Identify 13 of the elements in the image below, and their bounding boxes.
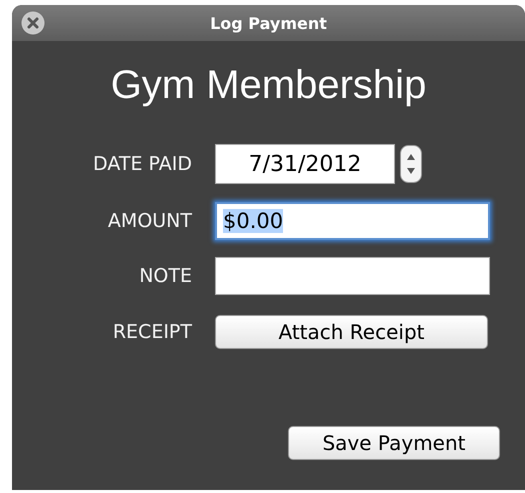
save-button[interactable]: Save Payment bbox=[288, 426, 500, 460]
close-icon[interactable] bbox=[21, 11, 45, 35]
field-label: AMOUNT bbox=[108, 210, 192, 232]
field-label: NOTE bbox=[139, 265, 192, 287]
stepper-icon[interactable] bbox=[400, 145, 422, 183]
attach-button[interactable]: Attach Receipt bbox=[215, 315, 488, 349]
field-label: DATE PAID bbox=[93, 153, 192, 175]
input-field[interactable] bbox=[215, 257, 490, 295]
heading: Gym Membership bbox=[110, 63, 428, 108]
field-label: RECEIPT bbox=[112, 321, 192, 343]
date-field[interactable]: 7/31/2012 bbox=[215, 144, 395, 184]
input-field[interactable]: $0.00 bbox=[215, 202, 490, 240]
window-title: Log Payment bbox=[210, 14, 327, 32]
